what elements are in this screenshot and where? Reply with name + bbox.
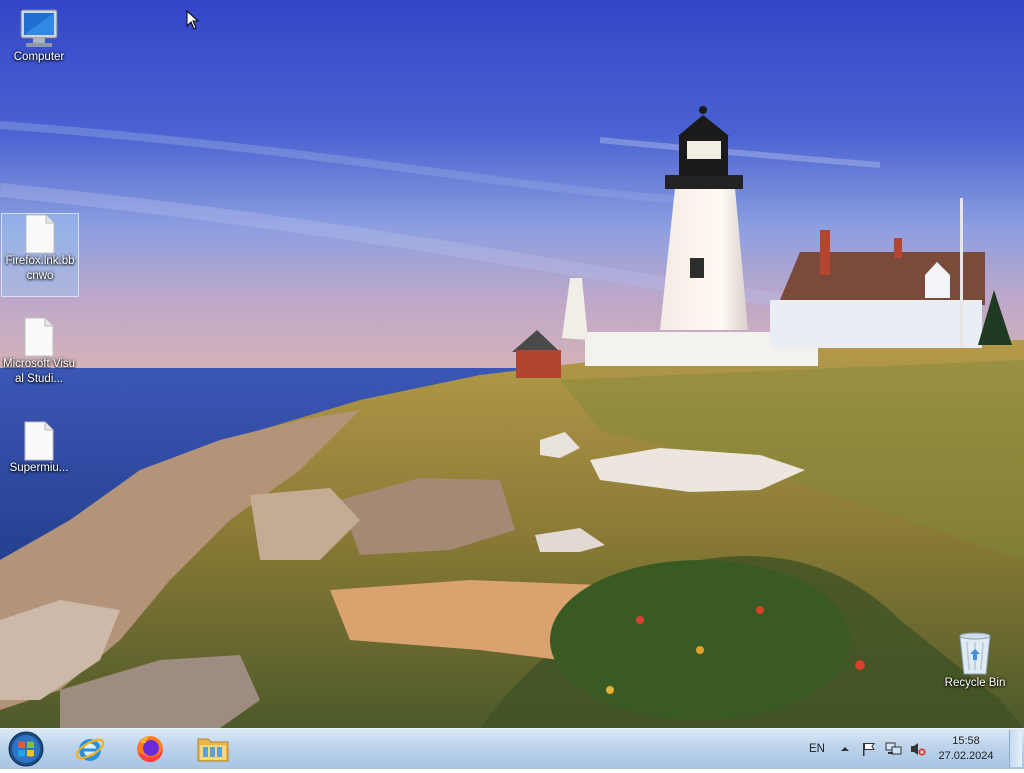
firefox-icon xyxy=(137,736,163,763)
file-icon xyxy=(25,214,55,254)
start-button[interactable] xyxy=(6,730,46,768)
desktop-icon-firefox-lnk[interactable]: Firefox.lnk.bbcnwo xyxy=(1,213,79,297)
volume-button[interactable] xyxy=(909,729,927,769)
taskbar-firefox-button[interactable] xyxy=(126,732,174,766)
taskbar-file-explorer-button[interactable] xyxy=(189,732,237,766)
network-icon xyxy=(885,742,902,755)
desktop-icon-recycle-bin[interactable]: Recycle Bin xyxy=(937,630,1013,698)
chevron-up-icon xyxy=(841,747,849,751)
icon-label-supermium: Supermiu... xyxy=(9,462,69,474)
flag-icon xyxy=(863,743,875,756)
desktop-icon-microsoft-visual-studio[interactable]: Microsoft Visual Studi... xyxy=(1,317,77,399)
icon-label-firefox-lnk: Firefox.lnk.bbcnwo xyxy=(5,255,75,282)
clock-date: 27.02.2024 xyxy=(938,750,994,762)
clock-time: 15:58 xyxy=(952,735,980,747)
internet-explorer-icon xyxy=(75,738,105,761)
action-center-button[interactable] xyxy=(861,729,877,769)
icon-label-computer: Computer xyxy=(13,51,65,63)
file-icon xyxy=(24,317,54,357)
icon-label-microsoft-visual-studio: Microsoft Visual Studi... xyxy=(3,358,76,385)
mouse-cursor-icon xyxy=(186,10,200,30)
desktop[interactable]: Computer Firefox.lnk.bbcnwo Microsoft Vi… xyxy=(0,0,1024,728)
desktop-icon-computer[interactable]: Computer xyxy=(1,8,77,74)
clock[interactable]: 15:58 27.02.2024 xyxy=(936,734,996,764)
network-button[interactable] xyxy=(885,729,903,769)
icon-label-recycle-bin: Recycle Bin xyxy=(944,677,1006,689)
show-desktop-button[interactable] xyxy=(1009,730,1022,767)
windows-start-icon xyxy=(8,731,44,767)
language-indicator[interactable]: EN xyxy=(809,729,825,769)
taskbar: EN 15:58 27.02.2024 xyxy=(0,728,1024,769)
computer-icon xyxy=(20,9,58,47)
desktop-icon-supermium[interactable]: Supermiu... xyxy=(1,421,77,491)
volume-muted-icon xyxy=(911,743,926,756)
recycle-bin-icon xyxy=(959,632,991,675)
taskbar-internet-explorer-button[interactable] xyxy=(66,732,114,766)
file-icon xyxy=(24,421,54,461)
language-label: EN xyxy=(809,743,825,755)
show-hidden-icons-button[interactable] xyxy=(840,729,850,769)
wallpaper-image xyxy=(0,0,1024,728)
folder-icon xyxy=(197,738,229,762)
